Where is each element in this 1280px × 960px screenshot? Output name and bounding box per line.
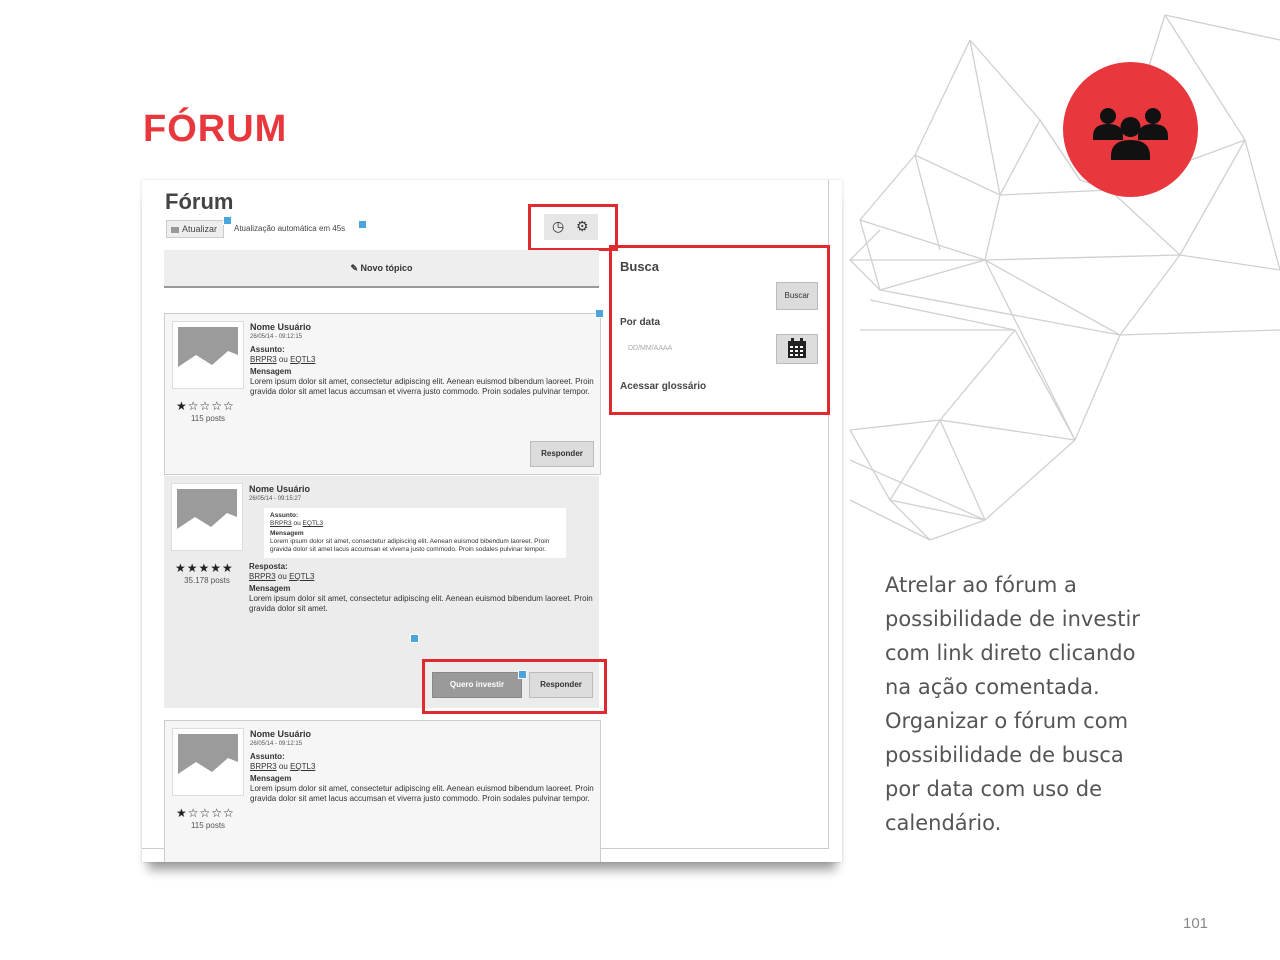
forum-title: Fórum bbox=[165, 189, 234, 214]
avatar bbox=[171, 483, 243, 551]
rating-stars: ★☆☆☆☆ bbox=[176, 806, 235, 820]
forum-post: ★☆☆☆☆ 115 posts Nome Usuário 26/05/14 - … bbox=[164, 313, 601, 475]
post-body: Nome Usuário 26/05/14 - 09:12:15 Assunto… bbox=[250, 322, 595, 397]
message-label: Mensagem bbox=[249, 584, 291, 593]
post-body: Nome Usuário 26/05/14 - 09:12:15 Assunto… bbox=[250, 729, 595, 804]
ticker-link[interactable]: EQTL3 bbox=[290, 762, 315, 771]
highlight-box-tools bbox=[528, 204, 618, 251]
rating-stars: ★★★★★ bbox=[175, 561, 234, 575]
caption-line: Organizar o fórum com bbox=[885, 709, 1129, 733]
subject-label: Assunto: bbox=[270, 512, 299, 519]
user-name: Nome Usuário bbox=[249, 484, 311, 494]
forum-screenshot: Fórum Atualizar Atualização automática e… bbox=[142, 180, 842, 862]
group-users-icon bbox=[1093, 108, 1168, 160]
image-icon bbox=[171, 226, 179, 233]
post-date: 26/05/14 - 09:12:15 bbox=[250, 334, 303, 340]
forum-page: Fórum Atualizar Atualização automática e… bbox=[142, 180, 830, 862]
ticker-link[interactable]: BRPR3 bbox=[250, 355, 277, 364]
caption-line: com link direto clicando bbox=[885, 641, 1136, 665]
post-date: 26/05/14 - 09:12:15 bbox=[250, 741, 303, 747]
user-name: Nome Usuário bbox=[250, 729, 312, 739]
or-text: ou bbox=[293, 520, 301, 527]
or-text: ou bbox=[278, 355, 288, 364]
message-label: Mensagem bbox=[270, 530, 304, 537]
refresh-label: Atualizar bbox=[182, 224, 218, 234]
auto-refresh-text: Atualização automática em 45s bbox=[234, 224, 346, 233]
ticker-link[interactable]: BRPR3 bbox=[250, 762, 277, 771]
caption-line: calendário. bbox=[885, 811, 1002, 835]
ticker-link[interactable]: EQTL3 bbox=[303, 520, 324, 527]
caption-line: por data com uso de bbox=[885, 777, 1103, 801]
ticker-link[interactable]: EQTL3 bbox=[289, 572, 314, 581]
quoted-message: Assunto: BRPR3 ou EQTL3 Mensagem Lorem i… bbox=[264, 508, 566, 558]
caption-line: possibilidade de busca bbox=[885, 743, 1124, 767]
subject-label: Assunto: bbox=[250, 752, 285, 761]
annotation-marker bbox=[358, 220, 367, 229]
refresh-button[interactable]: Atualizar bbox=[166, 220, 224, 238]
ticker-link[interactable]: BRPR3 bbox=[270, 520, 292, 527]
message-label: Mensagem bbox=[250, 774, 292, 783]
slide-title: FÓRUM bbox=[143, 108, 288, 150]
new-topic-button[interactable]: ✎ Novo tópico bbox=[164, 250, 599, 288]
ticker-link[interactable]: BRPR3 bbox=[249, 572, 276, 581]
highlight-box-invest bbox=[422, 659, 607, 714]
message-text: Lorem ipsum dolor sit amet, consectetur … bbox=[249, 594, 593, 613]
user-name: Nome Usuário bbox=[250, 322, 312, 332]
post-body: Nome Usuário 26/05/14 - 09:15:27 Assunto… bbox=[249, 484, 594, 614]
message-text: Lorem ipsum dolor sit amet, consectetur … bbox=[270, 538, 550, 553]
or-text: ou bbox=[278, 762, 288, 771]
reply-button[interactable]: Responder bbox=[530, 441, 594, 467]
group-users-badge bbox=[1063, 62, 1198, 197]
annotation-marker bbox=[223, 216, 232, 225]
page-number: 101 bbox=[1183, 915, 1209, 932]
message-label: Mensagem bbox=[250, 367, 292, 376]
avatar bbox=[172, 728, 244, 796]
ticker-link[interactable]: EQTL3 bbox=[290, 355, 315, 364]
caption-line: possibilidade de investir bbox=[885, 607, 1140, 631]
subject-label: Assunto: bbox=[250, 345, 285, 354]
rating-stars: ★☆☆☆☆ bbox=[176, 399, 235, 413]
answer-label: Resposta: bbox=[249, 562, 288, 571]
or-text: ou bbox=[277, 572, 287, 581]
post-count: 115 posts bbox=[190, 414, 226, 423]
pencil-icon: ✎ bbox=[350, 263, 361, 273]
annotation-marker bbox=[410, 634, 419, 643]
message-text: Lorem ipsum dolor sit amet, consectetur … bbox=[250, 784, 594, 803]
annotation-marker bbox=[595, 309, 604, 318]
post-count: 35.178 posts bbox=[184, 576, 230, 585]
new-topic-label: Novo tópico bbox=[360, 263, 413, 273]
caption-line: na ação comentada. bbox=[885, 675, 1100, 699]
highlight-box-search bbox=[609, 245, 830, 415]
avatar bbox=[172, 321, 244, 389]
caption-line: Atrelar ao fórum a bbox=[885, 573, 1077, 597]
forum-post: ★☆☆☆☆ 115 posts Nome Usuário 26/05/14 - … bbox=[164, 720, 601, 862]
post-count: 115 posts bbox=[190, 821, 226, 830]
slide-caption: Atrelar ao fórum a possibilidade de inve… bbox=[885, 568, 1185, 840]
message-text: Lorem ipsum dolor sit amet, consectetur … bbox=[250, 377, 594, 396]
post-date: 26/05/14 - 09:15:27 bbox=[249, 496, 302, 502]
